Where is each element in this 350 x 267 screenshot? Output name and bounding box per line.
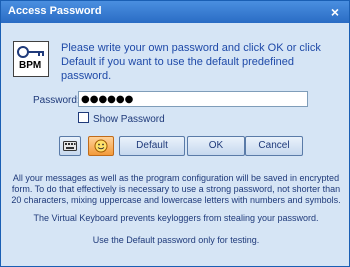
default-password-info-text: Use the Default password only for testin…: [92, 235, 260, 245]
close-button[interactable]: ×: [328, 5, 342, 19]
password-label: Password:: [33, 95, 80, 106]
virtual-keyboard-info-text: The Virtual Keyboard prevents keyloggers…: [33, 213, 319, 223]
smiley-button[interactable]: [88, 136, 114, 156]
show-password-label: Show Password: [93, 114, 165, 125]
default-button[interactable]: Default: [119, 136, 185, 156]
title-bar: Access Password ×: [1, 1, 349, 23]
smiley-icon: [94, 139, 108, 153]
encryption-info-text: All your messages as well as the program…: [11, 173, 341, 205]
window-title: Access Password: [8, 5, 102, 17]
cancel-button[interactable]: Cancel: [245, 136, 303, 156]
dialog-body: BPM Please write your own password and c…: [1, 23, 349, 266]
ok-button[interactable]: OK: [187, 136, 245, 156]
intro-text: Please write your own password and click…: [61, 42, 321, 82]
show-password-checkbox[interactable]: Show Password: [78, 112, 165, 125]
access-password-dialog: Access Password × BPM Please write your …: [0, 0, 350, 267]
password-input[interactable]: [78, 91, 308, 107]
checkbox-box[interactable]: [78, 112, 89, 123]
keyboard-icon: [63, 141, 77, 151]
bpm-logo-text: BPM: [19, 60, 42, 71]
bpm-key-icon: BPM: [13, 41, 49, 77]
virtual-keyboard-button[interactable]: [59, 136, 81, 156]
